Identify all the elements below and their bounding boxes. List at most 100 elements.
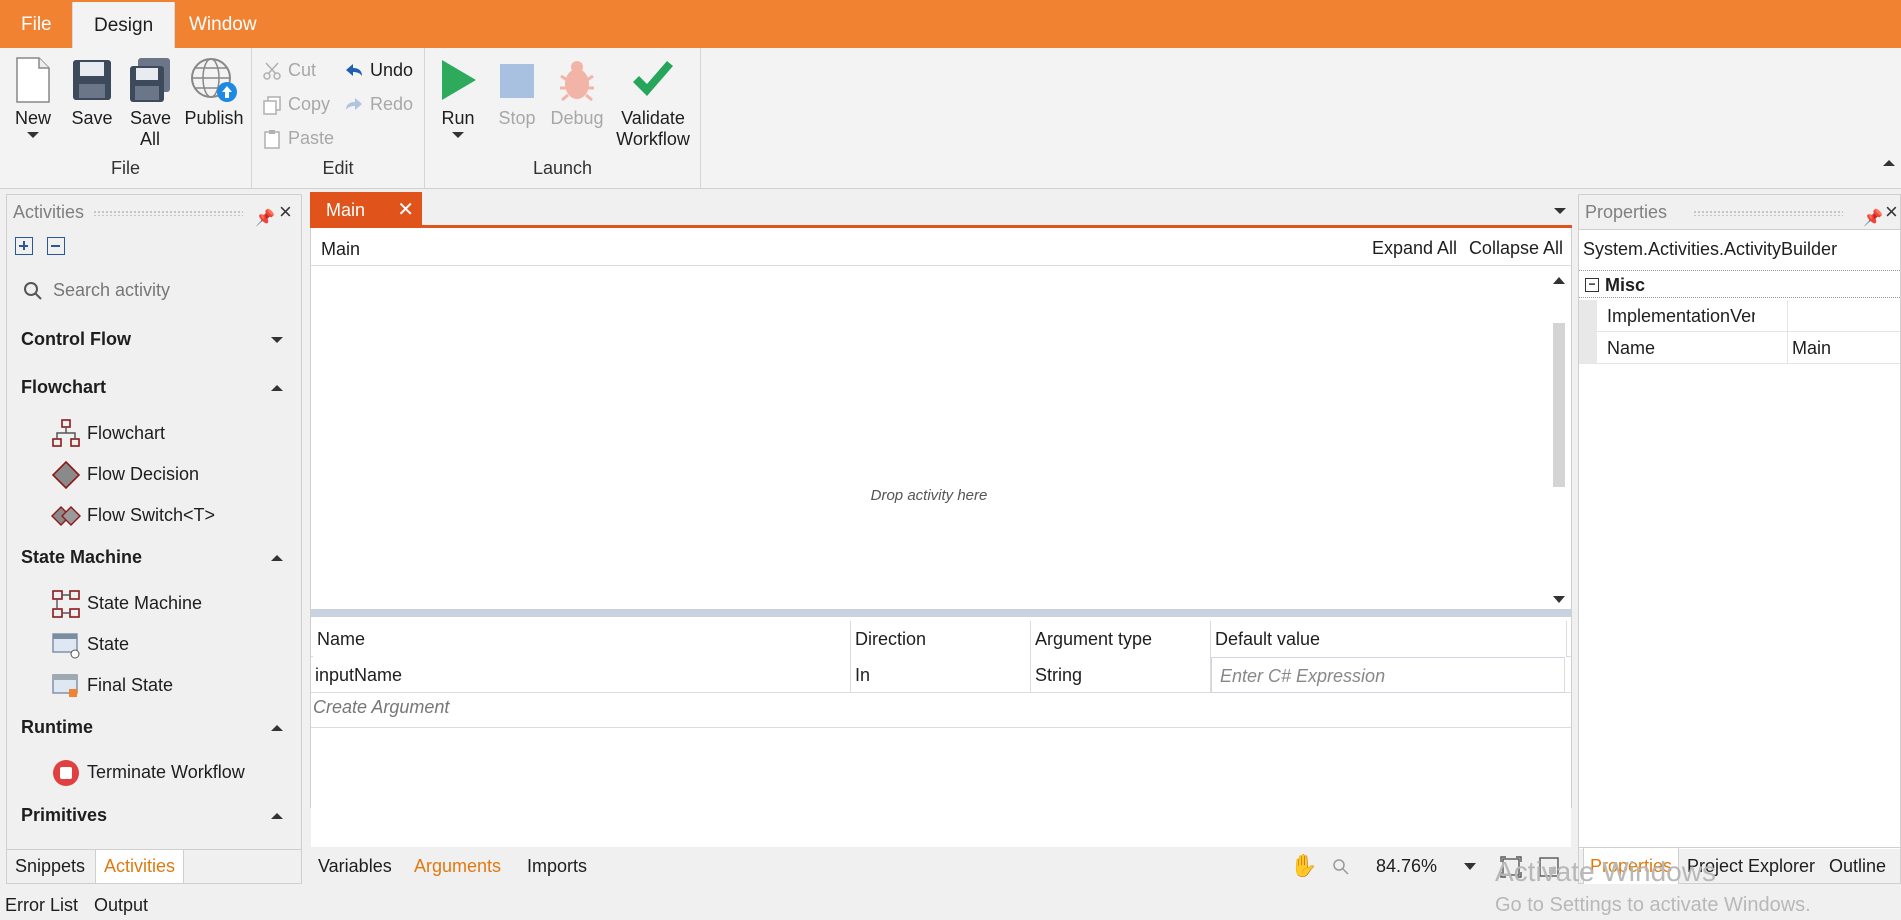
close-icon[interactable]: ✕: [397, 192, 414, 228]
tree-toolbar: [15, 237, 79, 260]
pin-icon[interactable]: 📌: [255, 202, 275, 236]
new-button[interactable]: New: [10, 56, 56, 138]
property-row[interactable]: Name Main: [1579, 332, 1900, 364]
menu-file[interactable]: File: [0, 0, 73, 48]
category-primitives[interactable]: Primitives: [21, 805, 291, 826]
scroll-down-icon[interactable]: [1553, 596, 1565, 603]
activity-flow-decision[interactable]: Flow Decision: [51, 460, 199, 490]
default-value-input[interactable]: Enter C# Expression: [1211, 657, 1565, 693]
terminate-icon: [53, 760, 79, 786]
collapse-category-icon[interactable]: −: [1585, 278, 1599, 292]
activities-panel: Activities 📌 × Search activity Control F…: [6, 194, 302, 884]
redo-label: Redo: [370, 94, 414, 114]
designer-header: Main Expand All Collapse All: [311, 228, 1571, 266]
tab-error-list[interactable]: Error List: [5, 890, 78, 920]
menu-design[interactable]: Design: [72, 2, 176, 48]
activation-watermark-subtitle: Go to Settings to activate Windows.: [1495, 894, 1811, 916]
run-button[interactable]: Run: [437, 56, 479, 138]
breadcrumb[interactable]: Main: [321, 228, 360, 270]
category-runtime[interactable]: Runtime: [21, 717, 291, 738]
tab-variables[interactable]: Variables: [318, 848, 392, 884]
property-category-misc[interactable]: − Misc: [1579, 270, 1900, 298]
expand-all-link[interactable]: Expand All: [1372, 228, 1457, 268]
panel-grip[interactable]: [93, 210, 243, 216]
magnifier-icon[interactable]: [1332, 848, 1350, 884]
activity-final-state[interactable]: Final State: [51, 671, 173, 701]
save-all-button[interactable]: Save All: [126, 56, 174, 150]
debug-label: Debug: [550, 108, 604, 128]
selected-object-name: System.Activities.ActivityBuilder: [1583, 239, 1838, 259]
argument-direction-cell[interactable]: In: [851, 657, 1031, 693]
tab-activities[interactable]: Activities: [95, 850, 185, 883]
column-header-default[interactable]: Default value: [1211, 621, 1567, 657]
hand-pan-icon[interactable]: ✋: [1290, 848, 1317, 884]
zoom-level[interactable]: 84.76%: [1376, 848, 1437, 884]
activity-label: State: [87, 633, 130, 654]
scroll-thumb[interactable]: [1553, 323, 1565, 487]
cut-button[interactable]: Cut: [262, 57, 316, 83]
category-flowchart[interactable]: Flowchart: [21, 377, 291, 398]
activity-search[interactable]: Search activity: [17, 273, 291, 307]
new-label: New: [14, 108, 51, 128]
stop-button[interactable]: Stop: [495, 56, 539, 129]
property-key: ImplementationVer...: [1607, 306, 1755, 326]
vertical-scrollbar[interactable]: [1547, 267, 1571, 609]
create-argument-link[interactable]: Create Argument: [313, 697, 449, 718]
publish-label: Publish: [184, 108, 244, 128]
category-state-machine[interactable]: State Machine: [21, 547, 291, 568]
activity-flowchart[interactable]: Flowchart: [51, 419, 165, 449]
panel-grip[interactable]: [1693, 210, 1843, 216]
panel-splitter[interactable]: [311, 609, 1571, 617]
expand-all-icon[interactable]: [15, 237, 33, 255]
category-control-flow[interactable]: Control Flow: [21, 329, 291, 350]
switch-icon: [51, 506, 81, 526]
close-icon[interactable]: ×: [1885, 195, 1898, 229]
debug-button[interactable]: Debug: [549, 56, 605, 129]
property-value[interactable]: [1787, 300, 1897, 332]
scroll-up-icon[interactable]: [1553, 277, 1565, 284]
property-value[interactable]: Main: [1787, 332, 1831, 364]
undo-button[interactable]: Undo: [344, 57, 413, 83]
designer-canvas[interactable]: Drop activity here: [311, 267, 1547, 609]
close-icon[interactable]: ×: [279, 195, 292, 229]
activity-label: State Machine: [87, 592, 203, 613]
checkmark-icon: [633, 61, 673, 96]
copy-button[interactable]: Copy: [262, 91, 330, 117]
redo-button[interactable]: Redo: [344, 91, 413, 117]
divider: [311, 727, 1571, 728]
search-input[interactable]: Search activity: [53, 280, 170, 300]
activity-flow-switch[interactable]: Flow Switch<T>: [51, 501, 215, 531]
activity-state-machine[interactable]: State Machine: [51, 589, 202, 619]
property-row[interactable]: ImplementationVer...: [1579, 300, 1900, 332]
document-tab-bar: Main ✕: [310, 192, 1572, 228]
tab-main[interactable]: Main ✕: [310, 192, 422, 228]
column-header-name[interactable]: Name: [313, 621, 851, 657]
collapse-all-icon[interactable]: [47, 237, 65, 255]
paste-button[interactable]: Paste: [262, 125, 334, 151]
tab-arguments[interactable]: Arguments: [414, 848, 501, 884]
argument-type-cell[interactable]: String: [1031, 657, 1211, 693]
properties-panel: Properties 📌 × System.Activities.Activit…: [1578, 194, 1901, 884]
tab-snippets[interactable]: Snippets: [7, 850, 93, 883]
ribbon: New Save Save All Publish File Cut Copy …: [0, 48, 1901, 189]
tab-output[interactable]: Output: [94, 890, 148, 920]
menu-window[interactable]: Window: [168, 0, 278, 48]
argument-name-cell[interactable]: inputName: [311, 657, 851, 693]
column-header-direction[interactable]: Direction: [851, 621, 1031, 657]
collapse-ribbon-icon[interactable]: [1883, 160, 1895, 166]
chevron-down-icon[interactable]: [1464, 863, 1476, 870]
group-label-file: File: [110, 158, 140, 178]
activity-terminate-workflow[interactable]: Terminate Workflow: [51, 758, 245, 788]
validate-workflow-button[interactable]: Validate Workflow: [613, 56, 693, 150]
chevron-down-icon: [27, 132, 39, 138]
tab-imports[interactable]: Imports: [527, 848, 587, 884]
activity-state[interactable]: State: [51, 630, 129, 660]
save-button[interactable]: Save: [70, 56, 114, 129]
column-header-type[interactable]: Argument type: [1031, 621, 1211, 657]
tab-outline[interactable]: Outline: [1829, 848, 1886, 884]
collapse-all-link[interactable]: Collapse All: [1469, 228, 1563, 268]
publish-button[interactable]: Publish: [182, 56, 246, 129]
table-row[interactable]: inputName In String Enter C# Expression: [311, 657, 1571, 693]
redo-arrow-icon: [346, 98, 362, 111]
chevron-down-icon[interactable]: [1554, 208, 1566, 214]
